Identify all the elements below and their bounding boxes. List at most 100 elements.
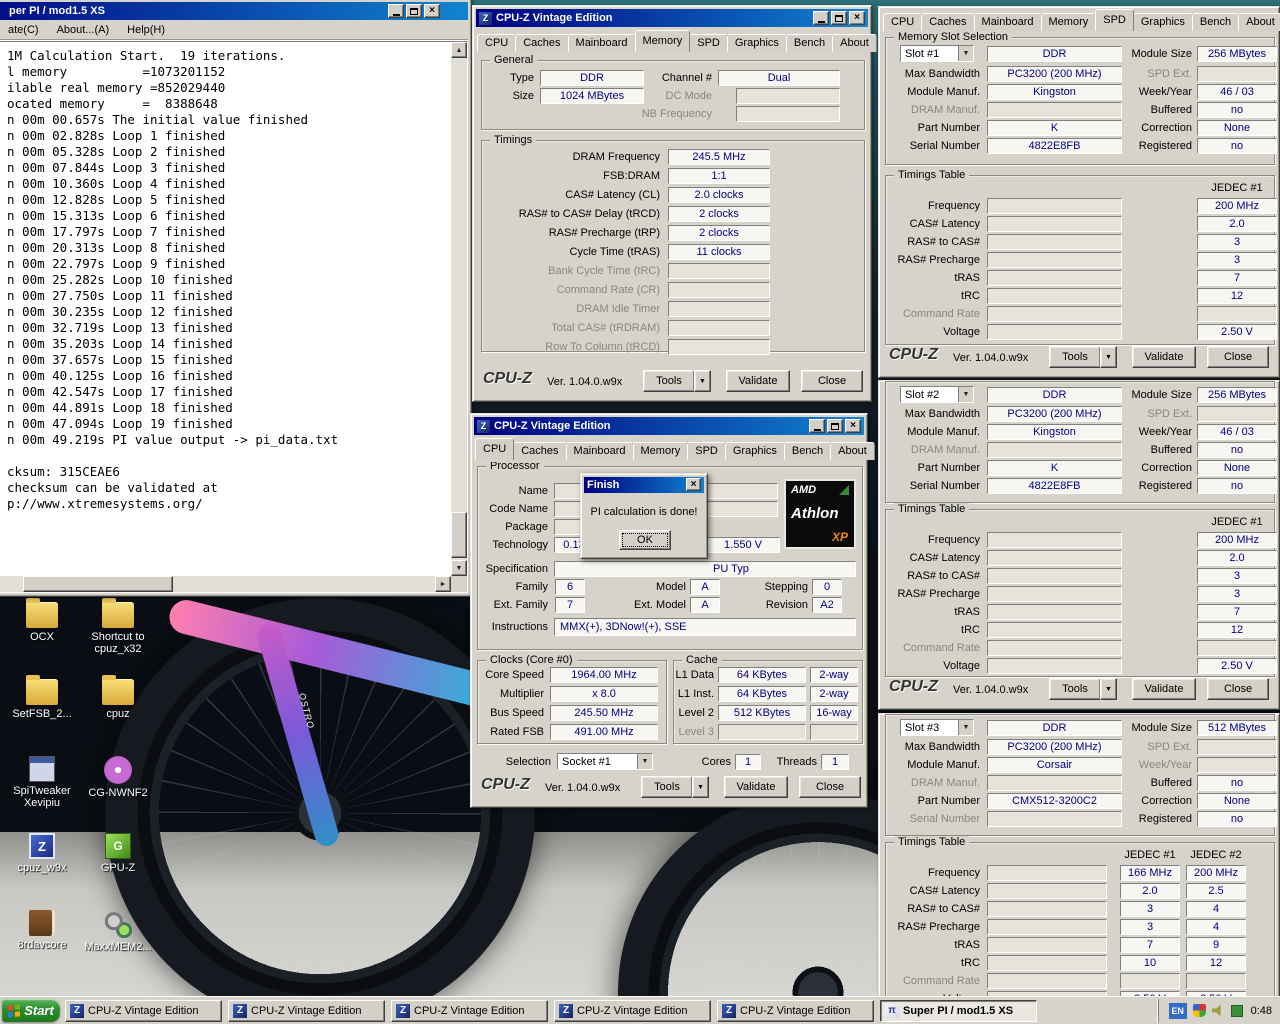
slot-select[interactable]: Slot #1 ▼ — [900, 45, 974, 62]
taskbar-button[interactable]: Z CPU-Z Vintage Edition — [717, 999, 874, 1022]
tools-button[interactable]: Tools — [1049, 678, 1101, 700]
timing-spacer-field — [987, 550, 1122, 566]
tab[interactable]: Caches — [921, 13, 975, 31]
tab[interactable]: Mainboard — [565, 442, 634, 460]
scroll-right-arrow[interactable]: ► — [435, 576, 451, 592]
tab-bar: CPU Caches Mainboard Memory SPD Graphics Bench… — [477, 28, 877, 52]
tab[interactable]: Graphics — [724, 442, 785, 460]
volume-icon[interactable] — [1211, 1004, 1221, 1017]
validate-button[interactable]: Validate — [1132, 678, 1196, 700]
validate-button[interactable]: Validate — [724, 776, 788, 798]
tab[interactable]: Memory — [632, 442, 689, 460]
tab[interactable]: Bench — [1191, 13, 1240, 31]
close-button[interactable]: Close — [1207, 678, 1269, 700]
tab[interactable]: CPU — [477, 34, 517, 52]
tab[interactable]: Mainboard — [567, 34, 636, 52]
vertical-scrollbar[interactable]: ▲ ▼ — [451, 42, 467, 576]
close-button[interactable]: × — [686, 478, 701, 491]
security-shield-icon[interactable] — [1192, 1004, 1206, 1017]
tools-button[interactable]: Tools — [1049, 346, 1101, 368]
timing-value — [668, 320, 770, 336]
tab[interactable]: Memory — [634, 30, 691, 52]
cpuz-titlebar[interactable]: Z CPU-Z Vintage Edition × — [476, 9, 868, 27]
vertical-scroll-thumb[interactable] — [451, 512, 467, 558]
specification-label: Specification — [485, 563, 548, 575]
slot-select[interactable]: Slot #3 ▼ — [900, 719, 974, 736]
tools-dropdown-arrow[interactable]: ▼ — [694, 370, 711, 392]
tab[interactable]: About — [832, 34, 877, 52]
desktop-icon[interactable]: SetFSB_2... — [4, 675, 80, 752]
desktop-icon[interactable]: 8rdavcore — [4, 906, 80, 983]
desktop-icon[interactable]: Shortcut to cpuz_x32 — [80, 598, 156, 675]
group-title: Timings Table — [894, 503, 970, 515]
tab[interactable]: Graphics — [1132, 13, 1193, 31]
tab[interactable]: Memory — [1040, 13, 1097, 31]
close-button[interactable]: × — [845, 419, 861, 433]
clock[interactable]: 0:48 — [1251, 1005, 1272, 1017]
tools-button[interactable]: Tools — [643, 370, 695, 392]
taskbar-button[interactable]: Z CPU-Z Vintage Edition — [391, 999, 548, 1022]
tools-dropdown-arrow[interactable]: ▼ — [692, 776, 709, 798]
tools-dropdown-arrow[interactable]: ▼ — [1100, 678, 1117, 700]
validate-button[interactable]: Validate — [726, 370, 790, 392]
memory-slot-selection-group: Slot #3 ▼ DDR Module Size 512 MBytes Max… — [885, 714, 1277, 836]
tab[interactable]: About — [1238, 13, 1280, 31]
menu-item[interactable]: ate(C) — [8, 24, 39, 36]
tab[interactable]: CPU — [883, 13, 923, 31]
taskbar-button[interactable]: Z CPU-Z Vintage Edition — [228, 999, 385, 1022]
menu-item[interactable]: Help(H) — [127, 24, 165, 36]
validate-button[interactable]: Validate — [1132, 346, 1196, 368]
tab[interactable]: Bench — [785, 34, 834, 52]
menu-item[interactable]: About...(A) — [57, 24, 110, 36]
minimize-button[interactable] — [809, 419, 825, 433]
ok-button[interactable]: OK — [619, 530, 671, 550]
spd-field-value: 46 / 03 — [1197, 424, 1277, 440]
horizontal-scrollbar[interactable]: ◄ ► — [0, 576, 451, 592]
spd-row: Serial Number 4822E8FB Registered no — [886, 478, 1277, 496]
tab[interactable]: SPD — [689, 34, 728, 52]
tab[interactable]: Mainboard — [973, 13, 1042, 31]
desktop-icon[interactable]: CG-NWNF2 — [80, 752, 156, 829]
desktop-icon[interactable]: cpuz_w9x — [4, 829, 80, 906]
tab[interactable]: SPD — [1095, 9, 1134, 31]
scroll-down-arrow[interactable]: ▼ — [451, 560, 467, 576]
tab[interactable]: SPD — [687, 442, 726, 460]
minimize-button[interactable] — [388, 4, 404, 18]
tab[interactable]: Caches — [513, 442, 567, 460]
maximize-button[interactable] — [827, 419, 843, 433]
desktop-icon[interactable]: cpuz — [80, 675, 156, 752]
dialog-titlebar[interactable]: Finish × — [584, 477, 704, 493]
close-button[interactable]: × — [424, 4, 440, 18]
timing-value: 2.50 V — [1197, 324, 1277, 340]
close-button[interactable]: × — [849, 11, 865, 25]
start-button[interactable]: Start — [2, 999, 60, 1022]
taskbar-button[interactable]: Z CPU-Z Vintage Edition — [65, 999, 222, 1022]
tab[interactable]: Graphics — [726, 34, 787, 52]
maximize-button[interactable] — [406, 4, 422, 18]
language-indicator[interactable]: EN — [1168, 1002, 1187, 1019]
tab[interactable]: Caches — [515, 34, 569, 52]
slot-select[interactable]: Slot #2 ▼ — [900, 386, 974, 403]
taskbar-button[interactable]: Z CPU-Z Vintage Edition — [554, 999, 711, 1022]
desktop-icon[interactable]: SpiTweaker Xevipiu — [4, 752, 80, 829]
close-button[interactable]: Close — [1207, 346, 1269, 368]
tab[interactable]: Bench — [783, 442, 832, 460]
scroll-up-arrow[interactable]: ▲ — [451, 42, 467, 58]
taskbar-button[interactable]: π Super PI / mod1.5 XS — [880, 999, 1037, 1022]
desktop-icon[interactable]: OCX — [4, 598, 80, 675]
minimize-button[interactable] — [813, 11, 829, 25]
horizontal-scroll-thumb[interactable] — [23, 576, 173, 592]
socket-select[interactable]: Socket #1 ▼ — [557, 753, 653, 770]
cpuz-titlebar[interactable]: Z CPU-Z Vintage Edition × — [474, 417, 864, 435]
monitor-tray-icon[interactable] — [1230, 1004, 1243, 1017]
superpi-titlebar[interactable]: per PI / mod1.5 XS × — [0, 2, 468, 20]
tools-button[interactable]: Tools — [641, 776, 693, 798]
tools-dropdown-arrow[interactable]: ▼ — [1100, 346, 1117, 368]
tab[interactable]: CPU — [475, 438, 515, 460]
close-button[interactable]: Close — [801, 370, 863, 392]
maximize-button[interactable] — [831, 11, 847, 25]
desktop-icon[interactable]: MaxxMEM2... — [80, 906, 156, 983]
tab[interactable]: About — [830, 442, 875, 460]
desktop-icon[interactable]: GPU-Z — [80, 829, 156, 906]
close-button[interactable]: Close — [799, 776, 861, 798]
